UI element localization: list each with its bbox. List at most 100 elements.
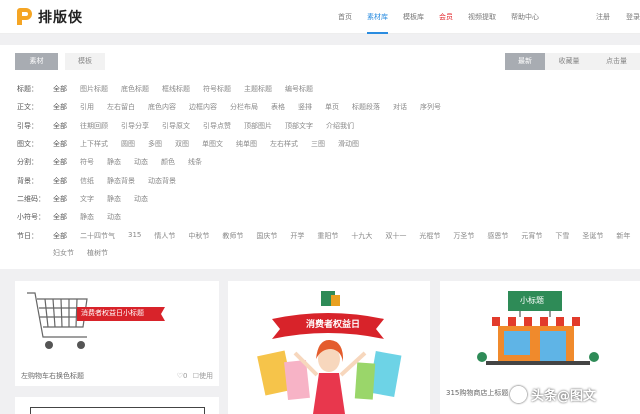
filter-option[interactable]: 十九大 bbox=[351, 231, 372, 241]
sort-clicks[interactable]: 点击量 bbox=[593, 53, 640, 70]
filter-option[interactable]: 中秋节 bbox=[188, 231, 209, 241]
filter-option[interactable]: 全部 bbox=[53, 212, 67, 222]
filter-option[interactable]: 静态背景 bbox=[107, 176, 135, 186]
filter-option[interactable]: 对话 bbox=[393, 102, 407, 112]
filter-option[interactable]: 单页 bbox=[325, 102, 339, 112]
filter-option[interactable]: 开学 bbox=[290, 231, 304, 241]
filter-option[interactable]: 符号 bbox=[80, 157, 94, 167]
toggle-assets[interactable]: 素材 bbox=[15, 53, 58, 70]
filter-option[interactable]: 万圣节 bbox=[453, 231, 474, 241]
filter-option[interactable]: 三图 bbox=[311, 139, 325, 149]
filter-row: 标题： 全部 图片标题 底色标题 框线标题 符号标题 主题标题 编号标题 bbox=[17, 84, 326, 94]
nav-help[interactable]: 帮助中心 bbox=[511, 0, 539, 34]
filter-option[interactable]: 元宵节 bbox=[521, 231, 542, 241]
filter-row-label: 二维码： bbox=[17, 195, 45, 203]
filter-option[interactable]: 全部 bbox=[53, 157, 67, 167]
filter-option[interactable]: 动态 bbox=[107, 212, 121, 222]
nav-assets[interactable]: 素材库 bbox=[367, 0, 388, 34]
filter-option[interactable]: 全部 bbox=[53, 194, 67, 204]
filter-option[interactable]: 底色标题 bbox=[121, 84, 149, 94]
template-card[interactable]: 消费者权益日 bbox=[228, 281, 430, 414]
sort-favorites[interactable]: 收藏量 bbox=[545, 53, 593, 70]
filter-option[interactable]: 顶部文字 bbox=[285, 121, 313, 131]
filter-option[interactable]: 妇女节 bbox=[53, 248, 74, 258]
filter-option[interactable]: 静态 bbox=[107, 157, 121, 167]
filter-option[interactable]: 双图 bbox=[175, 139, 189, 149]
nav-vip[interactable]: 会员 bbox=[439, 0, 453, 34]
filter-option[interactable]: 动态背景 bbox=[148, 176, 176, 186]
filter-option[interactable]: 全部 bbox=[53, 121, 67, 131]
filter-option[interactable]: 标题段落 bbox=[352, 102, 380, 112]
login-link[interactable]: 登录 bbox=[626, 0, 640, 34]
filter-option[interactable]: 上下样式 bbox=[80, 139, 108, 149]
filter-option[interactable]: 往期回顾 bbox=[80, 121, 108, 131]
filter-option[interactable]: 引导分享 bbox=[121, 121, 149, 131]
filter-option[interactable]: 引导点赞 bbox=[203, 121, 231, 131]
filter-option[interactable]: 多图 bbox=[148, 139, 162, 149]
template-card[interactable]: 消费者权益日小标题 左购物车右换色标题 ♡0 ☐使用 bbox=[15, 281, 219, 386]
filter-option[interactable]: 左右样式 bbox=[270, 139, 298, 149]
filter-option[interactable]: 竖排 bbox=[298, 102, 312, 112]
nav-templates[interactable]: 模板库 bbox=[403, 0, 424, 34]
filter-option[interactable]: 重阳节 bbox=[317, 231, 338, 241]
filter-option[interactable]: 全部 bbox=[53, 176, 67, 186]
filter-option[interactable]: 边框内容 bbox=[189, 102, 217, 112]
filter-option[interactable]: 引导原文 bbox=[162, 121, 190, 131]
nav-home[interactable]: 首页 bbox=[338, 0, 352, 34]
filter-option[interactable]: 全部 bbox=[53, 84, 67, 94]
filter-option[interactable]: 双十一 bbox=[385, 231, 406, 241]
filter-option[interactable]: 植树节 bbox=[87, 248, 108, 258]
like-count: 0 bbox=[183, 372, 188, 380]
filter-option[interactable]: 编号标题 bbox=[285, 84, 313, 94]
filter-option[interactable]: 静态 bbox=[80, 212, 94, 222]
filter-option[interactable]: 纯单图 bbox=[236, 139, 257, 149]
use-label[interactable]: 使用 bbox=[199, 372, 213, 380]
filter-option[interactable]: 滑动图 bbox=[338, 139, 359, 149]
brand-name: 排版侠 bbox=[38, 10, 83, 26]
filter-option[interactable]: 圣诞节 bbox=[582, 231, 603, 241]
filter-option[interactable]: 二十四节气 bbox=[80, 231, 115, 241]
filter-option[interactable]: 底色内容 bbox=[148, 102, 176, 112]
filter-option[interactable]: 左右留白 bbox=[107, 102, 135, 112]
filter-option[interactable]: 符号标题 bbox=[203, 84, 231, 94]
filter-option[interactable]: 新年 bbox=[616, 231, 630, 241]
filter-option[interactable]: 全部 bbox=[53, 231, 67, 241]
filter-option[interactable]: 下雪 bbox=[555, 231, 569, 241]
filter-option[interactable]: 静态 bbox=[107, 194, 121, 204]
template-card[interactable] bbox=[15, 397, 219, 414]
filter-option[interactable]: 单图文 bbox=[202, 139, 223, 149]
filter-option[interactable]: 颜色 bbox=[161, 157, 175, 167]
register-link[interactable]: 注册 bbox=[596, 0, 610, 34]
filter-option[interactable]: 顶部图片 bbox=[244, 121, 272, 131]
filter-option[interactable]: 315 bbox=[128, 231, 141, 241]
sort-newest[interactable]: 最新 bbox=[505, 53, 545, 70]
filter-option[interactable]: 动态 bbox=[134, 194, 148, 204]
filter-option[interactable]: 动态 bbox=[134, 157, 148, 167]
toggle-templates[interactable]: 模板 bbox=[65, 53, 105, 70]
filter-option[interactable]: 主题标题 bbox=[244, 84, 272, 94]
filter-option[interactable]: 表格 bbox=[271, 102, 285, 112]
filter-option[interactable]: 信纸 bbox=[80, 176, 94, 186]
filter-option[interactable]: 全部 bbox=[53, 139, 67, 149]
logo[interactable]: 排版侠 bbox=[14, 7, 83, 27]
filter-option[interactable]: 感恩节 bbox=[487, 231, 508, 241]
filter-option[interactable]: 序列号 bbox=[420, 102, 441, 112]
filter-option[interactable]: 圆图 bbox=[121, 139, 135, 149]
filter-row-label: 标题： bbox=[17, 85, 38, 93]
filter-row: 节日： 全部 二十四节气 315 情人节 中秋节 教师节 国庆节 开学 重阳节 十九大 双十一 光棍节 万… bbox=[17, 231, 630, 241]
filter-option[interactable]: 图片标题 bbox=[80, 84, 108, 94]
filter-option[interactable]: 框线标题 bbox=[162, 84, 190, 94]
filter-row-label: 引导： bbox=[17, 122, 38, 130]
filter-option[interactable]: 介绍我们 bbox=[326, 121, 354, 131]
filter-option[interactable]: 光棍节 bbox=[419, 231, 440, 241]
filter-option[interactable]: 全部 bbox=[53, 102, 67, 112]
filter-option[interactable]: 情人节 bbox=[154, 231, 175, 241]
filter-option[interactable]: 教师节 bbox=[222, 231, 243, 241]
filter-option[interactable]: 线条 bbox=[188, 157, 202, 167]
filter-option[interactable]: 文字 bbox=[80, 194, 94, 204]
filter-option[interactable]: 国庆节 bbox=[256, 231, 277, 241]
filter-option[interactable]: 引用 bbox=[80, 102, 94, 112]
nav-video-extract[interactable]: 视频提取 bbox=[468, 0, 496, 34]
filter-option[interactable]: 分栏布局 bbox=[230, 102, 258, 112]
filter-row-label: 背景： bbox=[17, 177, 38, 185]
